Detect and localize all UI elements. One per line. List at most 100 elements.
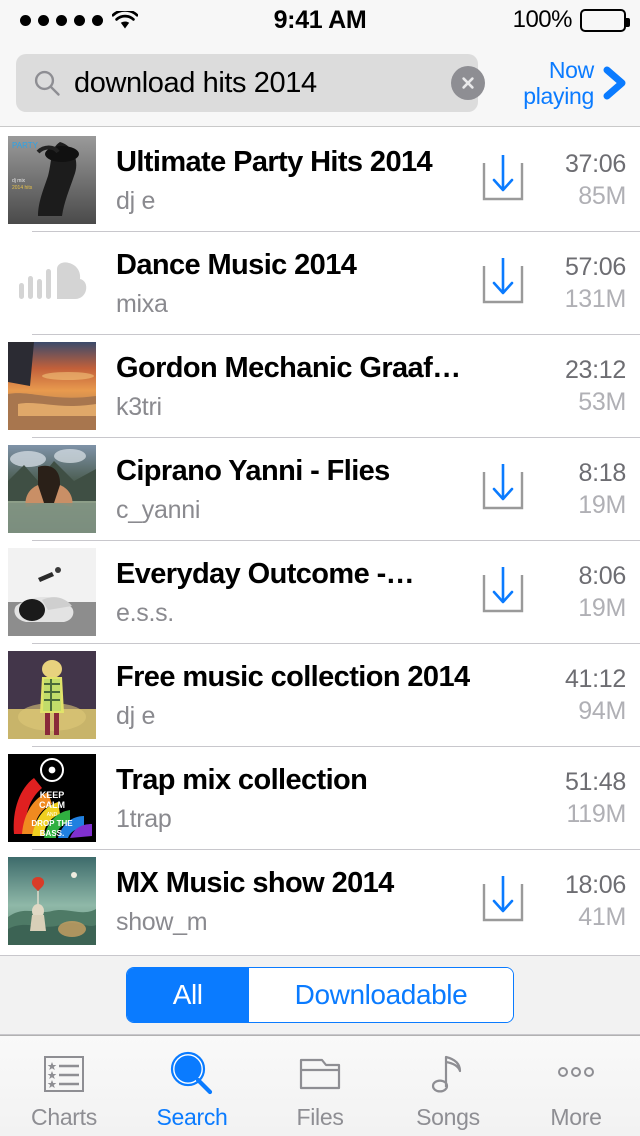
track-artist: 1trap	[116, 804, 172, 833]
now-playing-line-2: playing	[523, 83, 594, 109]
artwork-thumbnail	[8, 444, 96, 533]
filter-segmented-control[interactable]: All Downloadable	[125, 967, 515, 1023]
track-title: MX Music show 2014	[116, 866, 394, 899]
svg-text:AND: AND	[47, 812, 58, 818]
track-title: Ultimate Party Hits 2014	[116, 145, 433, 178]
artwork-thumbnail	[8, 856, 96, 945]
row-meta: 41:12 94M	[480, 663, 626, 727]
table-row[interactable]: Dance Music 2014 mixa 57:06 131M	[0, 231, 640, 334]
now-playing-button[interactable]: Now playing	[523, 54, 630, 112]
track-size: 19M	[578, 490, 626, 519]
track-duration: 18:06	[564, 870, 626, 899]
now-playing-line-1: Now	[548, 57, 594, 83]
track-artist: mixa	[116, 289, 168, 318]
artwork-thumbnail	[8, 341, 96, 430]
tab-search[interactable]: Search	[128, 1036, 256, 1136]
search-icon	[168, 1048, 216, 1100]
tab-more[interactable]: More	[512, 1036, 640, 1136]
track-size: 53M	[578, 387, 626, 416]
tab-charts[interactable]: Charts	[0, 1036, 128, 1136]
download-icon[interactable]	[480, 257, 526, 308]
meta-values: 18:06 41M	[540, 869, 626, 933]
download-icon[interactable]	[480, 154, 526, 205]
svg-text:dj mix: dj mix	[12, 178, 26, 184]
row-text: Gordon Mechanic Graaf… k3tri	[116, 351, 480, 421]
track-duration: 8:06	[578, 561, 627, 590]
tab-songs[interactable]: Songs	[384, 1036, 512, 1136]
tab-label-files: Files	[296, 1103, 344, 1130]
track-artist: c_yanni	[116, 495, 201, 524]
track-title: Ciprano Yanni - Flies	[116, 454, 390, 487]
row-meta: 37:06 85M	[480, 148, 626, 212]
track-duration: 57:06	[564, 252, 626, 281]
track-size: 85M	[578, 181, 626, 210]
track-size: 41M	[578, 902, 626, 931]
clear-search-button[interactable]	[451, 66, 485, 100]
svg-text:PARTY: PARTY	[12, 141, 39, 150]
row-text: Free music collection 2014 dj e	[116, 660, 480, 730]
tab-bar: Charts Search Files Songs More	[0, 1035, 640, 1136]
row-meta: 18:06 41M	[480, 869, 626, 933]
row-meta: 57:06 131M	[480, 251, 626, 315]
app-root: 9:41 AM 100% download hits 2014 Now play…	[0, 0, 640, 1136]
meta-values: 8:18 19M	[540, 457, 626, 521]
track-title: Dance Music 2014	[116, 248, 357, 281]
charts-list-star-icon	[40, 1048, 88, 1100]
track-artist: show_m	[116, 907, 208, 936]
tab-files[interactable]: Files	[256, 1036, 384, 1136]
track-artist: e.s.s.	[116, 598, 174, 627]
now-playing-label: Now playing	[523, 57, 594, 109]
row-meta: 51:48 119M	[480, 766, 626, 830]
table-row[interactable]: PARTY dj mix 2014 hits Ultimate Party Hi…	[0, 128, 640, 231]
meta-values: 57:06 131M	[540, 251, 627, 315]
download-icon[interactable]	[480, 463, 526, 514]
meta-values: 8:06 19M	[540, 560, 626, 624]
track-size: 94M	[578, 696, 626, 725]
table-row[interactable]: Ciprano Yanni - Flies c_yanni 8:18 19M	[0, 437, 640, 540]
artwork-thumbnail: PARTY dj mix 2014 hits	[8, 135, 96, 224]
track-title: Free music collection 2014	[116, 660, 470, 693]
search-icon	[32, 68, 62, 98]
track-size: 19M	[578, 593, 626, 622]
battery-percent-label: 100%	[512, 6, 573, 33]
filter-segment-all[interactable]: All	[126, 968, 249, 1022]
row-text: MX Music show 2014 show_m	[116, 866, 480, 936]
row-text: Trap mix collection 1trap	[116, 763, 480, 833]
tab-label-more: More	[550, 1103, 602, 1130]
svg-text:KEEP: KEEP	[40, 790, 65, 800]
meta-values: 37:06 85M	[540, 148, 626, 212]
row-text: Ciprano Yanni - Flies c_yanni	[116, 454, 480, 524]
table-row[interactable]: KEEP CALM AND DROP THE BASS. Trap mix co…	[0, 746, 640, 849]
search-header: Now playing	[0, 40, 640, 127]
track-duration: 37:06	[564, 149, 626, 178]
table-row[interactable]: Everyday Outcome -… e.s.s. 8:06 19M	[0, 540, 640, 643]
meta-values: 51:48 119M	[540, 766, 626, 830]
table-row[interactable]: Gordon Mechanic Graaf… k3tri 23:12 53M	[0, 334, 640, 437]
track-duration: 51:48	[564, 767, 626, 796]
svg-text:2014 hits: 2014 hits	[12, 185, 33, 191]
artwork-thumbnail	[8, 547, 96, 636]
track-title: Gordon Mechanic Graaf…	[116, 351, 461, 384]
chevron-right-icon	[600, 63, 630, 103]
row-meta: 8:06 19M	[480, 560, 626, 624]
music-note-icon	[424, 1048, 472, 1100]
table-row[interactable]: Free music collection 2014 dj e 41:12 94…	[0, 643, 640, 746]
battery-full-icon	[580, 8, 630, 32]
search-results-list[interactable]: PARTY dj mix 2014 hits Ultimate Party Hi…	[0, 128, 640, 955]
track-size: 131M	[564, 284, 627, 313]
soundcloud-cloud-placeholder-icon	[8, 238, 96, 327]
status-bar-right: 100%	[512, 6, 630, 34]
row-text: Dance Music 2014 mixa	[116, 248, 480, 318]
svg-text:CALM: CALM	[39, 800, 65, 810]
search-field[interactable]	[16, 54, 485, 112]
tab-label-songs: Songs	[416, 1103, 480, 1130]
artwork-thumbnail	[8, 650, 96, 739]
download-icon[interactable]	[480, 566, 526, 617]
table-row[interactable]: MX Music show 2014 show_m 18:06 41M	[0, 849, 640, 952]
track-size: 119M	[566, 799, 627, 828]
search-input[interactable]	[74, 66, 451, 100]
row-text: Everyday Outcome -… e.s.s.	[116, 557, 480, 627]
filter-segment-downloadable[interactable]: Downloadable	[248, 968, 514, 1022]
download-icon[interactable]	[480, 875, 526, 926]
track-duration: 8:18	[578, 458, 627, 487]
